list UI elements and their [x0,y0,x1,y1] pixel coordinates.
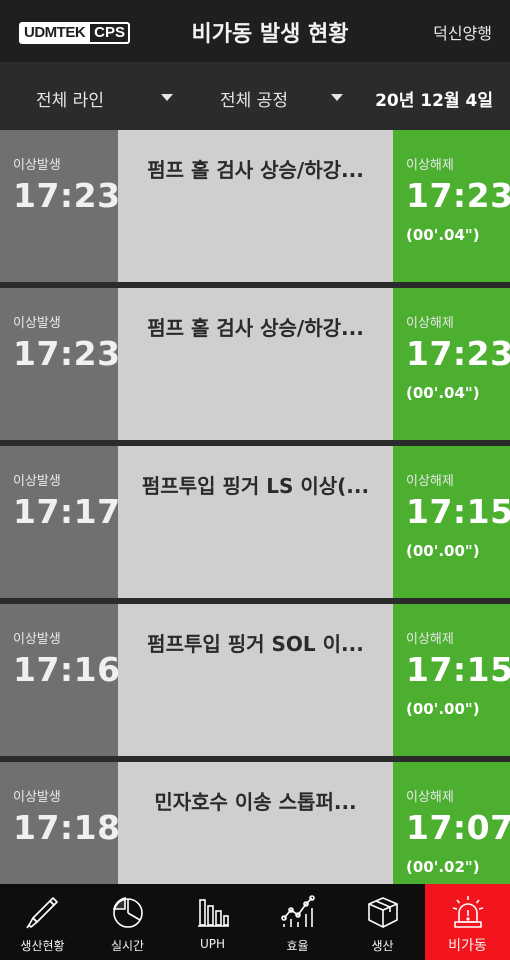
process-dropdown-caret-icon[interactable] [331,94,343,101]
occurred-time: 17:16 [13,650,121,689]
occurred-label: 이상발생 [13,632,61,647]
resolved-panel: 이상해제 17:15 (00'.00") [393,604,510,756]
pie-chart-icon [112,896,143,928]
resolved-time: 17:15 [406,650,510,689]
resolved-panel: 이상해제 17:23 (00'.04") [393,288,510,440]
downtime-event-card[interactable]: 이상발생 17:17 펌프투입 핑거 LS 이상(... 이상해제 17:15 … [0,446,510,598]
downtime-duration: (00'.02") [406,858,480,876]
description-panel: 펌프투입 핑거 SOL 이... [118,604,393,756]
downtime-duration: (00'.04") [406,226,480,244]
downtime-event-card[interactable]: 이상발생 17:23 펌프 홀 검사 상승/하강... 이상해제 17:23 (… [0,130,510,282]
occurred-time: 17:23 [13,176,121,215]
nav-label: 효율 [286,939,309,953]
nav-label: 생산현황 [20,939,65,953]
description-panel: 민자호수 이송 스톱퍼... [118,762,393,884]
nav-downtime[interactable]: 비가동 [425,884,510,960]
downtime-event-card[interactable]: 이상발생 17:23 펌프 홀 검사 상승/하강... 이상해제 17:23 (… [0,288,510,440]
downtime-event-card[interactable]: 이상발생 17:16 펌프투입 핑거 SOL 이... 이상해제 17:15 (… [0,604,510,756]
resolved-label: 이상해제 [406,316,454,331]
filter-bar: 전체 라인 전체 공정 20년 12월 4일 [0,62,510,130]
occurred-label: 이상발생 [13,790,61,805]
nav-uph[interactable]: UPH [170,884,255,960]
occurred-panel: 이상발생 17:17 [0,446,121,598]
line-chart-icon [281,895,315,927]
date-selector[interactable]: 20년 12월 4일 [375,86,493,111]
event-description: 펌프투입 핑거 SOL 이... [147,632,364,656]
downtime-event-card[interactable]: 이상발생 17:18 민자호수 이송 스톱퍼... 이상해제 17:07 (00… [0,762,510,884]
line-filter-dropdown[interactable]: 전체 라인 [36,86,104,111]
resolved-panel: 이상해제 17:23 (00'.04") [393,130,510,282]
resolved-time: 17:07 [406,808,510,847]
probe-pen-icon [26,897,58,929]
downtime-duration: (00'.00") [406,700,480,718]
occurred-panel: 이상발생 17:18 [0,762,121,884]
occurred-label: 이상발생 [13,474,61,489]
alarm-siren-icon [452,896,484,928]
event-description: 민자호수 이송 스톱퍼... [154,790,357,814]
event-description: 펌프 홀 검사 상승/하강... [147,158,364,182]
line-dropdown-caret-icon[interactable] [161,94,173,101]
occurred-label: 이상발생 [13,316,61,331]
downtime-duration: (00'.00") [406,542,480,560]
resolved-panel: 이상해제 17:07 (00'.02") [393,762,510,884]
resolved-time: 17:23 [406,334,510,373]
occurred-time: 17:17 [13,492,121,531]
app-root: UDMTEK CPS 비가동 발생 현황 덕신양행 전체 라인 전체 공정 20… [0,0,510,960]
occurred-time: 17:23 [13,334,121,373]
occurred-panel: 이상발생 17:16 [0,604,121,756]
description-panel: 펌프투입 핑거 LS 이상(... [118,446,393,598]
event-description: 펌프투입 핑거 LS 이상(... [141,474,370,498]
description-panel: 펌프 홀 검사 상승/하강... [118,288,393,440]
event-description: 펌프 홀 검사 상승/하강... [147,316,364,340]
nav-label: 비가동 [448,938,487,954]
company-name[interactable]: 덕신양행 [433,20,492,44]
resolved-label: 이상해제 [406,158,454,173]
resolved-time: 17:23 [406,176,510,215]
resolved-time: 17:15 [406,492,510,531]
nav-efficiency[interactable]: 효율 [255,884,340,960]
nav-production[interactable]: 생산 [340,884,425,960]
nav-label: 실시간 [110,939,145,953]
nav-production-status[interactable]: 생산현황 [0,884,85,960]
bottom-navigation: 생산현황 실시간 UPH 효율 생산 비가동 [0,884,510,960]
process-filter-dropdown[interactable]: 전체 공정 [220,86,288,111]
occurred-panel: 이상발생 17:23 [0,288,121,440]
occurred-time: 17:18 [13,808,121,847]
nav-realtime[interactable]: 실시간 [85,884,170,960]
description-panel: 펌프 홀 검사 상승/하강... [118,130,393,282]
bar-chart-icon [198,899,229,927]
occurred-label: 이상발생 [13,158,61,173]
nav-label: UPH [199,937,226,951]
resolved-label: 이상해제 [406,632,454,647]
box-icon [368,897,398,928]
nav-label: 생산 [371,939,394,953]
app-header: UDMTEK CPS 비가동 발생 현황 덕신양행 [0,0,510,62]
downtime-duration: (00'.04") [406,384,480,402]
resolved-label: 이상해제 [406,790,454,805]
resolved-panel: 이상해제 17:15 (00'.00") [393,446,510,598]
resolved-label: 이상해제 [406,474,454,489]
occurred-panel: 이상발생 17:23 [0,130,121,282]
